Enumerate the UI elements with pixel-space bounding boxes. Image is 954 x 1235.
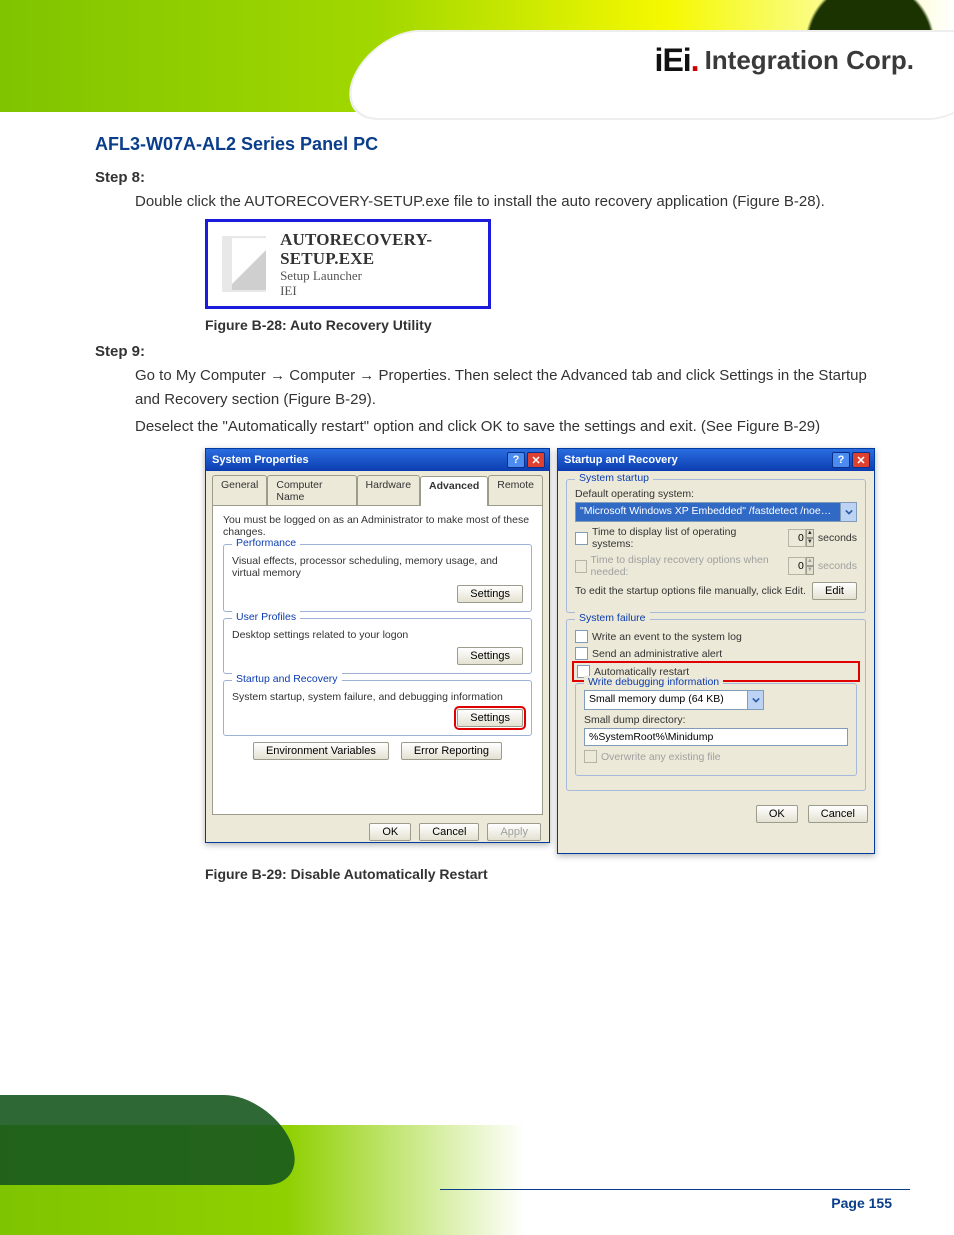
cancel-button[interactable]: Cancel — [419, 823, 479, 841]
launcher-text: AUTORECOVERY-SETUP.EXE Setup Launcher IE… — [280, 230, 474, 299]
seconds-label: seconds — [818, 532, 857, 544]
label-event: Write an event to the system log — [592, 631, 742, 643]
dump-dir-label: Small dump directory: — [584, 714, 848, 726]
label-oslist: Time to display list of operating system… — [592, 526, 780, 550]
label-alert: Send an administrative alert — [592, 648, 722, 660]
startup-settings-button[interactable]: Settings — [457, 709, 523, 727]
tab-general[interactable]: General — [212, 475, 267, 505]
window-title: Startup and Recovery — [564, 454, 678, 466]
legend-write-debug: Write debugging information — [584, 676, 723, 688]
footer-swoosh — [0, 1095, 311, 1185]
fieldset-system-failure: System failure Write an event to the sys… — [566, 619, 866, 791]
fieldset-system-startup: System startup Default operating system:… — [566, 479, 866, 613]
launcher-filename: AUTORECOVERY-SETUP.EXE — [280, 230, 474, 269]
launcher-vendor: IEI — [280, 284, 474, 299]
page-number: Page 155 — [825, 1195, 898, 1211]
footer-rule — [440, 1189, 910, 1190]
brand-logo-iei: iEi. — [655, 42, 699, 79]
admin-note: You must be logged on as an Administrato… — [223, 514, 532, 538]
seconds-label2: seconds — [818, 560, 857, 572]
startup-desc: System startup, system failure, and debu… — [232, 691, 523, 703]
close-icon[interactable]: ✕ — [527, 452, 545, 468]
tab-hardware[interactable]: Hardware — [357, 475, 421, 505]
tab-computer-name[interactable]: Computer Name — [267, 475, 356, 505]
checkbox-event[interactable] — [575, 630, 588, 643]
env-vars-button[interactable]: Environment Variables — [253, 742, 389, 760]
perf-desc: Visual effects, processor scheduling, me… — [232, 555, 523, 579]
profiles-desc: Desktop settings related to your logon — [232, 629, 523, 641]
dump-type-combo[interactable]: Small memory dump (64 KB) — [584, 690, 764, 710]
apply-button[interactable]: Apply — [487, 823, 541, 841]
page-title: AFL3-W07A-AL2 Series Panel PC — [95, 134, 895, 155]
checkbox-alert[interactable] — [575, 647, 588, 660]
close-icon[interactable]: ✕ — [852, 452, 870, 468]
recovery-spinner: ▲▼ — [788, 557, 814, 575]
arrow-icon: → — [359, 367, 374, 384]
checkbox-overwrite — [584, 750, 597, 763]
autorecovery-launcher[interactable]: AUTORECOVERY-SETUP.EXE Setup Launcher IE… — [205, 219, 491, 309]
startup-recovery-window: Startup and Recovery ? ✕ System startup … — [557, 448, 875, 854]
dump-dir-input[interactable] — [584, 728, 848, 746]
launcher-desc: Setup Launcher — [280, 269, 474, 284]
arrow-icon: → — [270, 367, 285, 384]
default-os-combo[interactable]: "Microsoft Windows XP Embedded" /fastdet… — [575, 502, 857, 522]
ok-button[interactable]: OK — [369, 823, 411, 841]
fieldset-performance: Performance Visual effects, processor sc… — [223, 544, 532, 612]
window-title: System Properties — [212, 454, 309, 466]
tab-remote[interactable]: Remote — [488, 475, 543, 505]
legend-performance: Performance — [232, 537, 300, 549]
edit-button[interactable]: Edit — [812, 582, 857, 600]
default-os-label: Default operating system: — [575, 488, 857, 500]
legend-sys-failure: System failure — [575, 612, 650, 624]
label-recovery: Time to display recovery options when ne… — [591, 554, 780, 578]
cancel-button[interactable]: Cancel — [808, 805, 868, 823]
step9-text: Go to My Computer → Computer → Propertie… — [135, 364, 895, 411]
help-icon[interactable]: ? — [832, 452, 850, 468]
tab-advanced[interactable]: Advanced — [420, 476, 488, 506]
edit-hint: To edit the startup options file manuall… — [575, 585, 808, 597]
default-os-value: "Microsoft Windows XP Embedded" /fastdet… — [576, 503, 840, 521]
perf-settings-button[interactable]: Settings — [457, 585, 523, 603]
figure28-label: Figure B-28: Auto Recovery Utility — [205, 317, 895, 333]
installer-icon — [222, 236, 266, 292]
profiles-settings-button[interactable]: Settings — [457, 647, 523, 665]
label-overwrite: Overwrite any existing file — [601, 751, 721, 763]
system-properties-window: System Properties ? ✕ General Computer N… — [205, 448, 550, 843]
fieldset-startup-recovery: Startup and Recovery System startup, sys… — [223, 680, 532, 736]
legend-profiles: User Profiles — [232, 611, 300, 623]
brand-text: Integration Corp. — [705, 45, 914, 76]
oslist-seconds[interactable] — [788, 529, 806, 547]
titlebar[interactable]: System Properties ? ✕ — [206, 449, 549, 471]
fieldset-user-profiles: User Profiles Desktop settings related t… — [223, 618, 532, 674]
help-icon[interactable]: ? — [507, 452, 525, 468]
titlebar[interactable]: Startup and Recovery ? ✕ — [558, 449, 874, 471]
oslist-spinner[interactable]: ▲▼ — [788, 529, 814, 547]
recovery-seconds — [788, 557, 806, 575]
step8-text: Double click the AUTORECOVERY-SETUP.exe … — [135, 190, 895, 213]
step9b-text: Deselect the "Automatically restart" opt… — [135, 415, 895, 438]
step9-label: Step 9: — [95, 343, 895, 360]
chevron-down-icon[interactable] — [747, 691, 763, 709]
checkbox-oslist[interactable] — [575, 532, 588, 545]
chevron-down-icon[interactable] — [840, 503, 856, 521]
legend-startup: Startup and Recovery — [232, 673, 342, 685]
figure29-label: Figure B-29: Disable Automatically Resta… — [205, 866, 895, 882]
error-reporting-button[interactable]: Error Reporting — [401, 742, 502, 760]
brand: iEi. Integration Corp. — [655, 42, 914, 79]
step8-label: Step 8: — [95, 169, 895, 186]
legend-sys-startup: System startup — [575, 472, 653, 484]
ok-button[interactable]: OK — [756, 805, 798, 823]
dump-type-value: Small memory dump (64 KB) — [585, 691, 747, 709]
checkbox-recovery — [575, 560, 587, 573]
